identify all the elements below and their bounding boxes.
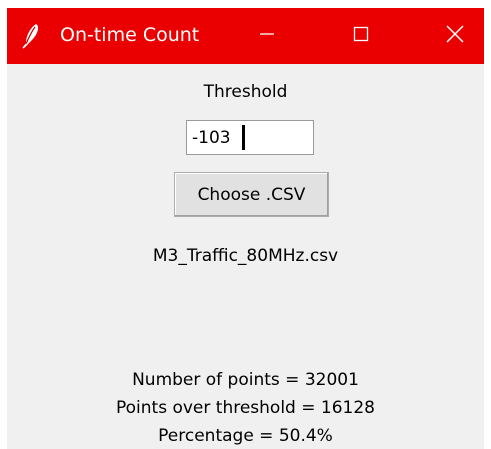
selected-file-label: M3_Traffic_80MHz.csv	[152, 246, 339, 266]
minimize-icon	[259, 26, 275, 46]
number-of-points-text: Number of points = 32001	[132, 370, 359, 390]
points-over-threshold-text: Points over threshold = 16128	[116, 398, 375, 418]
close-icon	[446, 25, 464, 47]
maximize-icon	[353, 26, 369, 46]
choose-csv-button[interactable]: Choose .CSV	[174, 172, 329, 217]
feather-icon	[21, 23, 41, 49]
app-window: On-time Count Threshold Choose .CSV M3_T…	[7, 8, 484, 449]
percentage-text: Percentage = 50.4%	[158, 426, 333, 446]
title-bar[interactable]: On-time Count	[7, 8, 484, 64]
close-button[interactable]	[432, 8, 478, 64]
window-title: On-time Count	[60, 24, 200, 46]
threshold-label: Threshold	[203, 82, 288, 102]
maximize-button[interactable]	[338, 8, 384, 64]
text-caret	[242, 125, 245, 150]
minimize-button[interactable]	[244, 8, 290, 64]
threshold-input[interactable]	[186, 120, 314, 155]
